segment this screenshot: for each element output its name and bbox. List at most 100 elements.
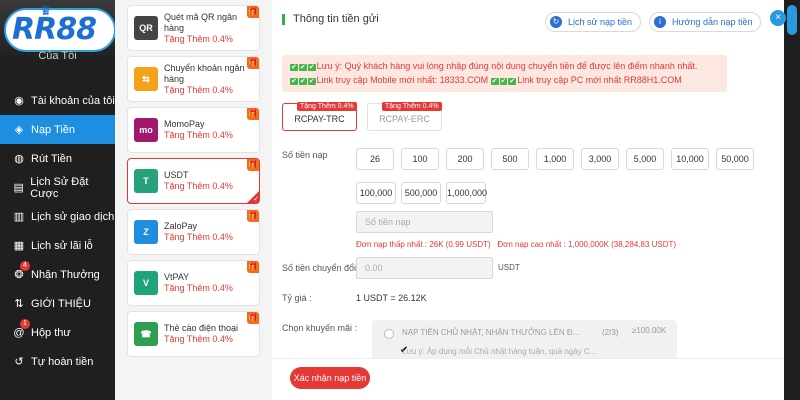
- payment-logo-icon: T: [134, 169, 158, 193]
- sidebar-item-3[interactable]: ▤ Lịch Sử Đặt Cược: [0, 173, 115, 202]
- gift-icon: 🎁: [247, 210, 259, 222]
- check-icon: ✔: [290, 64, 298, 71]
- amount-preset-button[interactable]: 50,000: [716, 148, 754, 170]
- exchange-rate: 1 USDT = 26.12K: [356, 293, 427, 303]
- sidebar-item-label: Lịch sử lãi lỗ: [31, 239, 93, 252]
- channel-rcpay-trc[interactable]: Tặng Thêm 0.4% RCPAY-TRC: [282, 102, 357, 131]
- promo-radio[interactable]: [384, 329, 394, 339]
- panel-header: Thông tin tiền gửi ↻ Lịch sử nạp tiền i …: [272, 8, 784, 34]
- sidebar-item-label: Lịch sử giao dịch: [31, 210, 115, 223]
- sidebar-item-label: Hộp thư: [31, 326, 71, 339]
- channel-bonus-tag: Tặng Thêm 0.4%: [382, 102, 442, 111]
- payment-logo-icon: ⇆: [134, 67, 158, 91]
- amount-preset-button[interactable]: 200: [446, 148, 484, 170]
- payment-method-name: ZaloPay: [164, 221, 198, 231]
- sidebar: ♛ RR88 Của Tôi ◉ Tài khoản của tôi ◈ Nạp Ti…: [0, 0, 116, 400]
- confirm-deposit-button[interactable]: Xác nhận nạp tiền: [290, 367, 370, 389]
- convert-label: Số tiền chuyển đổi :: [282, 263, 362, 273]
- sidebar-item-label: Tài khoản của tôi: [31, 94, 115, 107]
- promo-max: ≥100.00K: [632, 326, 667, 335]
- notice-mobile-link[interactable]: Link truy cập Mobile mới nhất: 18333.COM: [317, 75, 488, 85]
- amount-preset-button[interactable]: 500: [491, 148, 529, 170]
- promo-option[interactable]: NẠP TIỀN CHỦ NHẬT, NHẬN THƯỞNG LÊN Đ... …: [372, 320, 677, 360]
- sidebar-item-0[interactable]: ◉ Tài khoản của tôi: [0, 86, 115, 115]
- amount-preset-button[interactable]: 500,000: [401, 182, 441, 204]
- scrollbar[interactable]: [784, 0, 800, 400]
- payment-method-5[interactable]: V VtPAY Tặng Thêm 0.4% 🎁: [127, 260, 260, 306]
- sidebar-item-2[interactable]: ◍ Rút Tiền: [0, 144, 115, 173]
- notice-pc-link[interactable]: Link truy cập PC mới nhất RR88H1.COM: [517, 75, 681, 85]
- amount-preset-button[interactable]: 1,000: [536, 148, 574, 170]
- gift-icon: 🎁: [247, 108, 259, 120]
- convert-unit: USDT: [498, 263, 520, 272]
- close-icon[interactable]: ×: [770, 10, 786, 26]
- payment-method-4[interactable]: Z ZaloPay Tặng Thêm 0.4% 🎁: [127, 209, 260, 255]
- sidebar-item-5[interactable]: ▦ Lịch sử lãi lỗ: [0, 231, 115, 260]
- payment-method-name: Chuyển khoản ngân hàng: [164, 62, 245, 84]
- payment-method-6[interactable]: ☎ Thẻ cào điện thoại Tặng Thêm 0.4% 🎁: [127, 311, 260, 357]
- payment-method-0[interactable]: QR Quét mã QR ngân hàng Tặng Thêm 0.4% 🎁: [127, 5, 260, 51]
- transaction-icon: ▥: [13, 211, 25, 223]
- promo-count: (2/3): [602, 328, 619, 337]
- amount-preset-button[interactable]: 5,000: [626, 148, 664, 170]
- panel-title: Thông tin tiền gửi: [282, 14, 379, 25]
- payment-method-name: MomoPay: [164, 119, 205, 129]
- converted-amount-field: 0.00: [356, 257, 493, 279]
- payment-method-1[interactable]: ⇆ Chuyển khoản ngân hàng Tặng Thêm 0.4% 🎁: [127, 56, 260, 102]
- promo-note: Lưu ý: Áp dụng mỗi Chủ nhật hàng tuần, q…: [402, 347, 597, 356]
- cashback-icon: ↺: [14, 356, 24, 368]
- sidebar-nav: ◉ Tài khoản của tôi ◈ Nạp Tiền ◍ Rút Tiền ▤ Lịc…: [0, 86, 115, 376]
- channel-bonus-tag: Tặng Thêm 0.4%: [297, 102, 357, 111]
- notification-badge: 4: [20, 261, 30, 271]
- info-icon: i: [654, 16, 666, 28]
- payment-logo-icon: mo: [134, 118, 158, 142]
- payment-method-3[interactable]: T USDT Tặng Thêm 0.4% 🎁: [127, 158, 260, 204]
- sidebar-item-1[interactable]: ◈ Nạp Tiền: [0, 115, 115, 144]
- gift-icon: 🎁: [247, 312, 259, 324]
- sidebar-item-label: GIỚI THIỆU: [31, 297, 91, 310]
- payment-method-bonus: Tặng Thêm 0.4%: [164, 33, 233, 44]
- sidebar-item-label: Lịch Sử Đặt Cược: [30, 175, 89, 200]
- channel-rcpay-erc[interactable]: Tặng Thêm 0.4% RCPAY-ERC: [367, 102, 442, 131]
- history-icon: ↻: [550, 16, 562, 28]
- promo-title: NẠP TIỀN CHỦ NHẬT, NHẬN THƯỞNG LÊN Đ...: [402, 328, 580, 337]
- sidebar-item-9[interactable]: ↺ Tự hoàn tiền: [0, 347, 115, 376]
- sidebar-item-8[interactable]: @1 Hộp thư: [0, 318, 115, 347]
- selected-check-icon: [247, 191, 259, 203]
- amount-preset-button[interactable]: 10,000: [671, 148, 709, 170]
- notification-badge: 1: [20, 319, 30, 329]
- amount-preset-button[interactable]: 100: [401, 148, 439, 170]
- payment-method-bonus: Tặng Thêm 0.4%: [164, 181, 233, 191]
- payment-method-name: Quét mã QR ngân hàng: [164, 11, 238, 33]
- deposit-icon: ◈: [14, 124, 24, 136]
- amount-preset-button[interactable]: 3,000: [581, 148, 619, 170]
- sidebar-item-label: Nhận Thưởng: [31, 268, 100, 281]
- notice-line-1: Lưu ý: Quý khách hàng vui lòng nhập đúng…: [316, 61, 698, 71]
- rate-label: Tỷ giá :: [282, 293, 312, 303]
- bet-history-icon: ▤: [13, 182, 24, 194]
- notice-box: ✔ ✔ ✔ Lưu ý: Quý khách hàng vui lòng nhập đ…: [282, 55, 727, 92]
- deposit-panel: Thông tin tiền gửi ↻ Lịch sử nạp tiền i …: [272, 0, 784, 400]
- payment-method-list: QR Quét mã QR ngân hàng Tặng Thêm 0.4% 🎁 ⇆ Ch…: [115, 0, 272, 400]
- gift-icon: 🎁: [247, 6, 259, 18]
- payment-method-bonus: Tặng Thêm 0.4%: [164, 283, 233, 293]
- payment-method-name: USDT: [164, 170, 189, 180]
- amount-preset-button[interactable]: 26: [356, 148, 394, 170]
- payment-method-bonus: Tặng Thêm 0.4%: [164, 334, 233, 344]
- payment-method-bonus: Tặng Thêm 0.4%: [164, 130, 233, 140]
- payment-logo-icon: ☎: [134, 322, 158, 346]
- deposit-guide-button[interactable]: i Hướng dẫn nạp tiền: [649, 12, 762, 32]
- payment-method-2[interactable]: mo MomoPay Tặng Thêm 0.4% 🎁: [127, 107, 260, 153]
- deposit-history-button[interactable]: ↻ Lịch sử nạp tiền: [545, 12, 642, 32]
- sidebar-item-4[interactable]: ▥ Lịch sử giao dịch: [0, 202, 115, 231]
- amount-preset-button[interactable]: 1,000,000: [446, 182, 487, 204]
- sidebar-item-label: Rút Tiền: [31, 152, 72, 165]
- sidebar-item-7[interactable]: ⇅ GIỚI THIỆU: [0, 289, 115, 318]
- user-icon: ◉: [14, 95, 24, 107]
- amount-input[interactable]: Số tiền nạp: [356, 211, 493, 233]
- amount-preset-button[interactable]: 100,000: [356, 182, 396, 204]
- sidebar-item-6[interactable]: ❂ 4 Nhận Thưởng: [0, 260, 115, 289]
- payment-logo-icon: V: [134, 271, 158, 295]
- gift-icon: 🎁: [247, 261, 259, 273]
- scrollbar-thumb[interactable]: [787, 5, 797, 35]
